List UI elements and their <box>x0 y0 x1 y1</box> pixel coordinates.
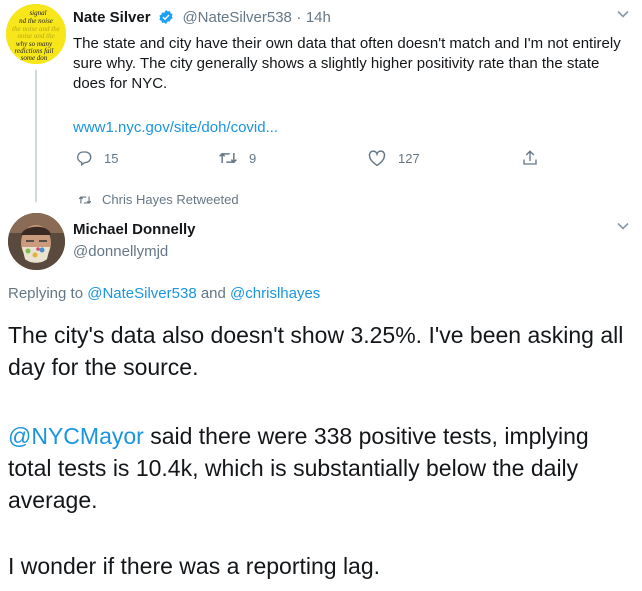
handle[interactable]: @NateSilver538 <box>182 9 291 26</box>
display-name[interactable]: Michael Donnelly <box>73 221 196 238</box>
replying-and: and <box>200 285 226 302</box>
tweet-text-paragraph: The city's data also doesn't show 3.25%.… <box>8 322 624 380</box>
avatar[interactable]: signal nd the noise the noise and the no… <box>6 4 66 64</box>
share-icon <box>523 150 537 165</box>
mention-link[interactable]: @NYCMayor <box>8 423 144 449</box>
replying-to-label: Replying to <box>8 285 84 302</box>
chevron-down-icon[interactable] <box>616 219 630 238</box>
avatar-text: nd the noise <box>19 17 53 25</box>
retweet-banner-label: Chris Hayes Retweeted <box>102 192 239 207</box>
verified-icon <box>158 9 174 30</box>
tweet-text-paragraph: I wonder if there was a reporting lag. <box>8 553 381 579</box>
avatar-text: some don <box>21 54 48 62</box>
mention-link[interactable]: @chrislhayes <box>230 285 320 302</box>
retweet-icon <box>78 195 92 204</box>
thread-line <box>35 70 37 202</box>
avatar-photo <box>8 213 65 270</box>
replying-to: Replying to @NateSilver538 and @chrislha… <box>8 285 320 302</box>
reply-count: 15 <box>104 150 119 166</box>
tweet-text: The state and city have their own data t… <box>73 35 621 92</box>
avatar-text: signal <box>29 9 46 17</box>
retweet-banner[interactable]: Chris Hayes Retweeted <box>78 192 239 207</box>
tweet-text-paragraph: @NYCMayor said there were 338 positive t… <box>8 420 638 516</box>
chevron-down-icon[interactable] <box>616 7 630 26</box>
mention-link[interactable]: @NateSilver538 <box>87 285 196 302</box>
tweet-header: Nate Silver @NateSilver538 · 14h <box>73 9 331 30</box>
like-count: 127 <box>398 150 420 166</box>
timestamp[interactable]: 14h <box>306 9 331 26</box>
handle[interactable]: @donnellymjd <box>73 243 168 260</box>
share-button[interactable] <box>521 148 550 168</box>
display-name[interactable]: Nate Silver <box>73 9 151 26</box>
avatar-book-cover-image: signal nd the noise the noise and the no… <box>6 4 66 64</box>
avatar[interactable] <box>8 213 65 270</box>
retweet-button[interactable]: 9 <box>218 148 256 168</box>
retweet-icon <box>219 152 237 164</box>
like-button[interactable]: 127 <box>367 148 420 168</box>
reply-icon <box>77 151 92 167</box>
reply-button[interactable]: 15 <box>75 148 118 168</box>
avatar-text: noise and the <box>17 32 54 40</box>
separator: · <box>296 9 302 26</box>
tweet-link[interactable]: www1.nyc.gov/site/doh/covid... <box>73 119 278 136</box>
like-icon <box>368 150 386 167</box>
retweet-count: 9 <box>249 150 257 166</box>
